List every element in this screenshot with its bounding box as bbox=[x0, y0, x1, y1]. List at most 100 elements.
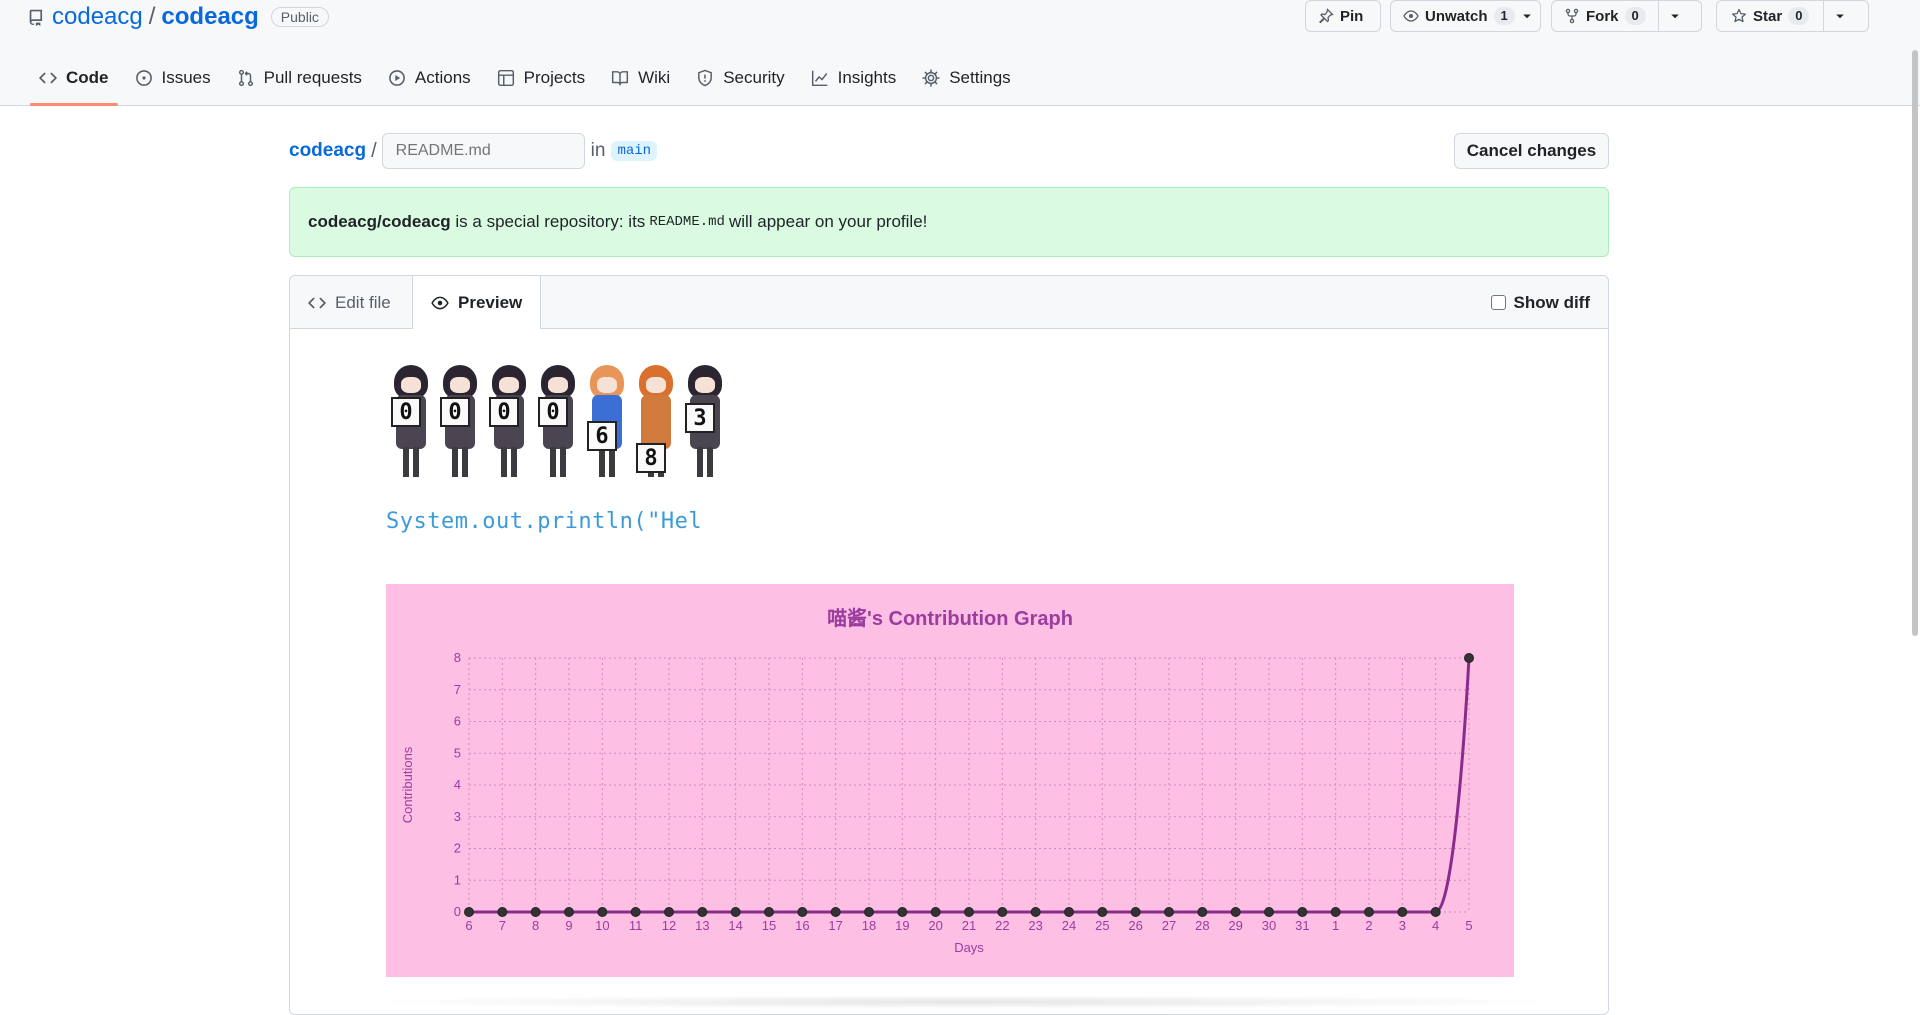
tab-label: Projects bbox=[523, 68, 586, 87]
x-tick-label: 22 bbox=[995, 918, 1009, 933]
counter-character: 0 bbox=[435, 365, 484, 477]
star-dropdown-button[interactable] bbox=[1823, 1, 1856, 31]
character-face bbox=[450, 377, 470, 393]
tab-code[interactable]: Code bbox=[30, 58, 118, 106]
data-point bbox=[930, 907, 941, 917]
tab-preview[interactable]: Preview bbox=[412, 276, 542, 330]
fork-button[interactable]: Fork 0 bbox=[1552, 1, 1658, 31]
counter-digit: 3 bbox=[685, 403, 715, 433]
counter-digit: 6 bbox=[587, 421, 617, 451]
data-point bbox=[1130, 907, 1141, 917]
watch-button[interactable]: Unwatch 1 bbox=[1390, 0, 1541, 32]
path-separator: / bbox=[371, 139, 377, 162]
character-legs bbox=[452, 447, 468, 477]
page-scrollbar[interactable] bbox=[1910, 50, 1920, 640]
x-tick-label: 3 bbox=[1399, 918, 1406, 933]
in-label: in bbox=[590, 140, 606, 161]
counter-character: 8 bbox=[631, 365, 680, 477]
y-tick-label: 2 bbox=[454, 841, 461, 856]
data-point bbox=[1064, 907, 1074, 917]
x-tick-label: 23 bbox=[1028, 918, 1042, 933]
data-point bbox=[630, 907, 641, 917]
show-diff-toggle[interactable]: Show diff bbox=[1490, 276, 1590, 329]
data-point bbox=[530, 907, 541, 917]
path-repo-link[interactable]: codeacg bbox=[289, 140, 366, 162]
x-tick-label: 24 bbox=[1062, 918, 1076, 933]
x-tick-label: 14 bbox=[728, 918, 742, 933]
gear-icon bbox=[922, 69, 940, 87]
character-legs bbox=[697, 447, 713, 477]
filename-input[interactable] bbox=[381, 133, 585, 169]
data-point bbox=[597, 907, 608, 917]
x-tick-label: 13 bbox=[695, 918, 709, 933]
x-tick-label: 8 bbox=[532, 918, 539, 933]
x-tick-label: 21 bbox=[962, 918, 976, 933]
x-tick-label: 19 bbox=[895, 918, 909, 933]
counter-digit: 0 bbox=[489, 397, 519, 427]
x-tick-label: 4 bbox=[1432, 918, 1439, 933]
data-point bbox=[864, 907, 874, 917]
counter-digit: 0 bbox=[538, 397, 568, 427]
editor-tabs: Edit file Preview Show diff bbox=[290, 276, 1608, 330]
tab-insights[interactable]: Insights bbox=[802, 58, 906, 98]
x-tick-label: 28 bbox=[1195, 918, 1209, 933]
repo-owner-link[interactable]: codeacg bbox=[52, 3, 143, 31]
tab-actions[interactable]: Actions bbox=[379, 58, 480, 98]
character-face bbox=[499, 377, 519, 393]
repo-icon bbox=[29, 9, 43, 26]
y-tick-label: 6 bbox=[454, 714, 461, 729]
x-tick-label: 29 bbox=[1228, 918, 1242, 933]
star-button[interactable]: Star 0 bbox=[1717, 1, 1823, 31]
preview-pane: 0000683 System.out.println("Hel 喵酱's Con… bbox=[290, 329, 1608, 1014]
character-face bbox=[597, 377, 617, 393]
data-point bbox=[830, 907, 841, 917]
repo-title-separator: / bbox=[148, 3, 156, 30]
x-tick-label: 30 bbox=[1262, 918, 1276, 933]
x-tick-label: 5 bbox=[1465, 918, 1472, 933]
tab-projects[interactable]: Projects bbox=[488, 58, 594, 98]
tab-label: Actions bbox=[414, 68, 471, 87]
character-face bbox=[401, 377, 421, 393]
chevron-down-icon bbox=[1671, 14, 1679, 19]
data-point bbox=[1397, 907, 1408, 917]
x-tick-label: 31 bbox=[1295, 918, 1309, 933]
data-point bbox=[1030, 907, 1041, 917]
tab-edit-file[interactable]: Edit file bbox=[290, 276, 409, 329]
show-diff-checkbox[interactable] bbox=[1490, 295, 1506, 310]
tab-wiki[interactable]: Wiki bbox=[602, 58, 679, 98]
y-tick-label: 1 bbox=[454, 872, 461, 887]
x-tick-label: 18 bbox=[862, 918, 876, 933]
x-tick-label: 27 bbox=[1162, 918, 1176, 933]
cancel-changes-button[interactable]: Cancel changes bbox=[1454, 133, 1609, 169]
table-icon bbox=[497, 69, 514, 87]
x-tick-label: 1 bbox=[1332, 918, 1339, 933]
data-point bbox=[764, 907, 774, 917]
tab-pull-requests[interactable]: Pull requests bbox=[228, 58, 371, 98]
tab-security[interactable]: Security bbox=[687, 58, 793, 98]
fork-icon bbox=[1565, 8, 1579, 24]
repo-title: codeacg / codeacg Public bbox=[28, 2, 329, 32]
graph-icon bbox=[811, 70, 827, 87]
repo-name-link[interactable]: codeacg bbox=[161, 3, 258, 31]
x-tick-label: 17 bbox=[828, 918, 842, 933]
eye-icon bbox=[1403, 10, 1419, 22]
data-point bbox=[464, 907, 474, 917]
y-tick-label: 4 bbox=[454, 777, 461, 792]
tab-issues[interactable]: Issues bbox=[126, 58, 220, 98]
data-point bbox=[797, 907, 808, 917]
tab-settings[interactable]: Settings bbox=[913, 58, 1019, 98]
data-point bbox=[1197, 907, 1208, 917]
pin-button[interactable]: Pin bbox=[1305, 0, 1381, 32]
typing-code-line: System.out.println("Hel bbox=[386, 509, 703, 534]
data-point bbox=[1297, 907, 1308, 917]
data-point bbox=[1264, 907, 1274, 917]
fork-dropdown-button[interactable] bbox=[1657, 1, 1691, 31]
pin-label: Pin bbox=[1340, 7, 1364, 25]
chart-title: 喵酱's Contribution Graph bbox=[827, 608, 1073, 630]
star-button-group: Star 0 bbox=[1716, 0, 1869, 32]
scrollbar-thumb[interactable] bbox=[1912, 50, 1918, 636]
x-tick-label: 16 bbox=[795, 918, 809, 933]
tab-label: Edit file bbox=[335, 292, 391, 312]
notice-text-end: will appear on your profile! bbox=[728, 212, 928, 231]
character-legs bbox=[550, 447, 566, 477]
